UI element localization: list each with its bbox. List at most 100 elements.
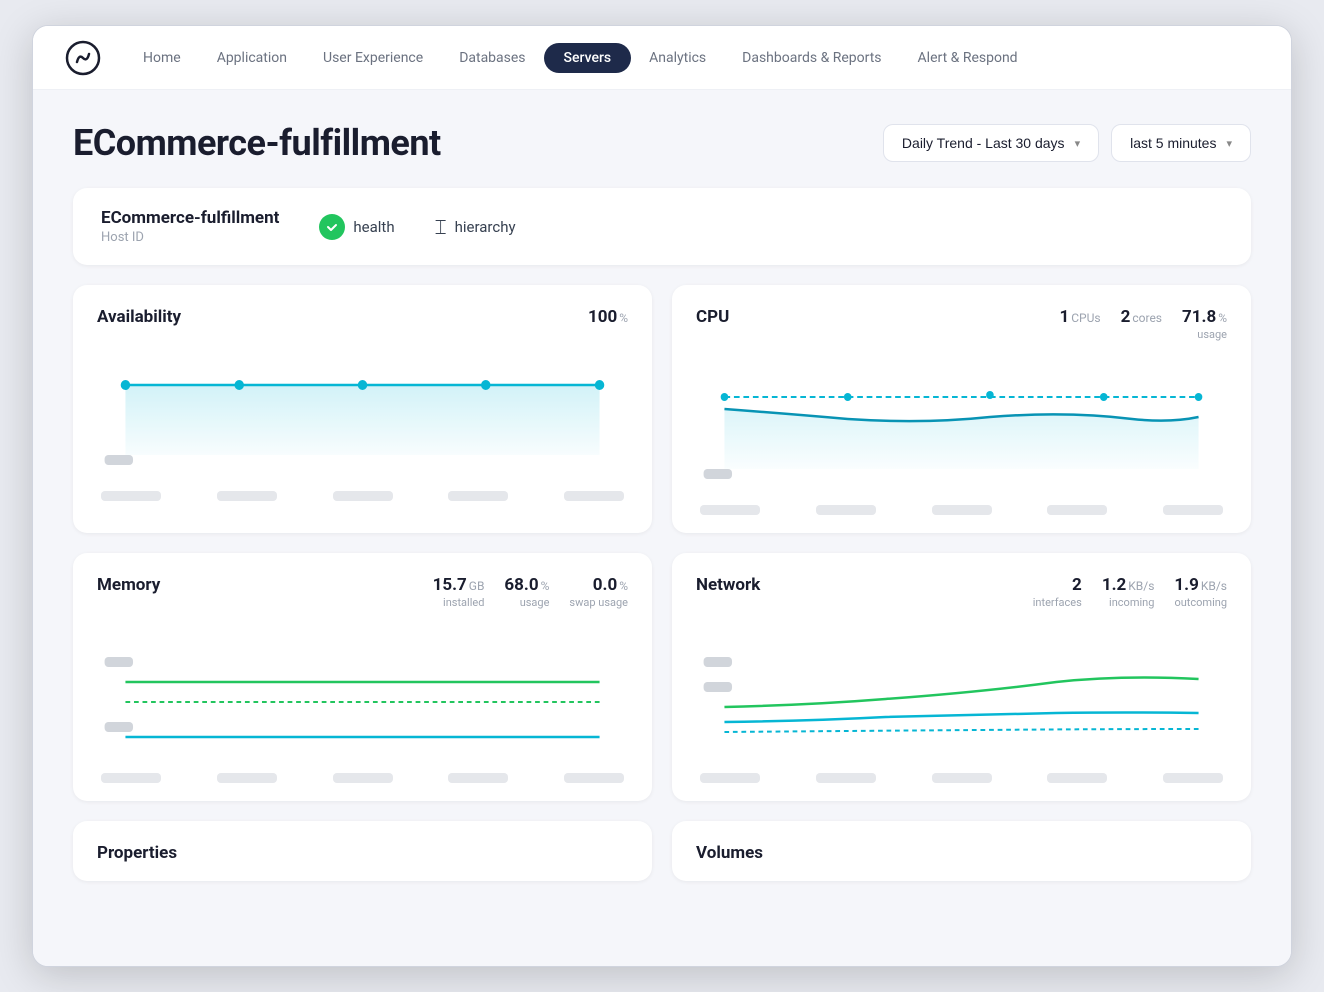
cpu-xlabel-4: [1047, 505, 1107, 515]
cpu-usage-value: 71.8%: [1182, 307, 1227, 327]
memory-swap-stat: 0.0% swap usage: [569, 575, 628, 609]
network-outgoing-value: 1.9KB/s: [1174, 575, 1227, 595]
network-chart: [696, 627, 1227, 767]
page-content: ECommerce-fulfillment Daily Trend - Last…: [33, 90, 1291, 966]
hierarchy-icon: ⌶: [435, 215, 447, 239]
availability-value-stat: 100%: [588, 307, 628, 327]
network-xlabels: [696, 767, 1227, 783]
health-label: health: [353, 218, 394, 236]
availability-header: Availability 100%: [97, 307, 628, 327]
cpu-xlabel-3: [932, 505, 992, 515]
trend-chevron-icon: ▾: [1075, 137, 1081, 150]
network-outgoing-label: outcoming: [1174, 596, 1227, 609]
nav-dashboards[interactable]: Dashboards & Reports: [724, 42, 899, 74]
xlabel-5: [564, 491, 624, 501]
memory-title: Memory: [97, 575, 160, 595]
network-incoming-stat: 1.2KB/s incoming: [1102, 575, 1155, 609]
cpu-title: CPU: [696, 307, 729, 327]
health-badge: health: [319, 214, 394, 240]
cpu-cpus-stat: 1CPUs: [1059, 307, 1100, 327]
time-chevron-icon: ▾: [1226, 137, 1232, 150]
page-title: ECommerce-fulfillment: [73, 122, 441, 164]
info-card: ECommerce-fulfillment Host ID health ⌶ h…: [73, 188, 1251, 265]
memory-installed-stat: 15.7GB installed: [433, 575, 485, 609]
cpu-cpus-value: 1CPUs: [1059, 307, 1100, 327]
xlabel-3: [333, 491, 393, 501]
nav-servers[interactable]: Servers: [544, 43, 632, 73]
time-dropdown[interactable]: last 5 minutes ▾: [1111, 124, 1251, 162]
network-card: Network 2 interfaces 1.2KB/s i: [672, 553, 1251, 801]
memory-installed-value: 15.7GB: [433, 575, 485, 595]
header-controls: Daily Trend - Last 30 days ▾ last 5 minu…: [883, 124, 1251, 162]
nav-application[interactable]: Application: [199, 42, 305, 74]
metrics-grid: Availability 100%: [73, 285, 1251, 801]
navigation: Home Application User Experience Databas…: [33, 26, 1291, 90]
volumes-card: Volumes: [672, 821, 1251, 881]
nav-user-experience[interactable]: User Experience: [305, 42, 441, 74]
cpu-usage-stat: 71.8% usage: [1182, 307, 1227, 341]
info-card-sub: Host ID: [101, 230, 279, 245]
network-stats: 2 interfaces 1.2KB/s incoming: [1033, 575, 1227, 609]
info-card-name: ECommerce-fulfillment: [101, 208, 279, 228]
cpu-card: CPU 1CPUs 2cores: [672, 285, 1251, 533]
mem-xlabel-4: [448, 773, 508, 783]
memory-usage-stat: 68.0% usage: [504, 575, 549, 609]
network-outgoing-stat: 1.9KB/s outcoming: [1174, 575, 1227, 609]
memory-header: Memory 15.7GB installed 68.0%: [97, 575, 628, 609]
memory-swap-value: 0.0%: [569, 575, 628, 595]
network-interfaces-label: interfaces: [1033, 596, 1082, 609]
net-xlabel-2: [816, 773, 876, 783]
cpu-xlabel-5: [1163, 505, 1223, 515]
cpu-xlabel-1: [700, 505, 760, 515]
bottom-grid: Properties Volumes: [73, 821, 1251, 881]
cpu-usage-label: usage: [1182, 328, 1227, 341]
trend-dropdown[interactable]: Daily Trend - Last 30 days ▾: [883, 124, 1099, 162]
cpu-xlabel-2: [816, 505, 876, 515]
availability-stats: 100%: [588, 307, 628, 327]
memory-chart: [97, 627, 628, 767]
memory-usage-value: 68.0%: [504, 575, 549, 595]
xlabel-4: [448, 491, 508, 501]
network-interfaces-value: 2: [1033, 575, 1082, 595]
network-interfaces-stat: 2 interfaces: [1033, 575, 1082, 609]
net-xlabel-3: [932, 773, 992, 783]
network-header: Network 2 interfaces 1.2KB/s i: [696, 575, 1227, 609]
memory-usage-label: usage: [504, 596, 549, 609]
properties-title: Properties: [97, 843, 177, 863]
page-header: ECommerce-fulfillment Daily Trend - Last…: [73, 122, 1251, 164]
availability-chart: [97, 345, 628, 485]
logo[interactable]: [65, 40, 101, 76]
availability-title: Availability: [97, 307, 181, 327]
availability-value: 100%: [588, 307, 628, 327]
memory-swap-label: swap usage: [569, 596, 628, 609]
cpu-header: CPU 1CPUs 2cores: [696, 307, 1227, 341]
memory-card: Memory 15.7GB installed 68.0%: [73, 553, 652, 801]
time-dropdown-label: last 5 minutes: [1130, 135, 1216, 151]
cpu-cores-value: 2cores: [1121, 307, 1162, 327]
nav-analytics[interactable]: Analytics: [631, 42, 724, 74]
nav-home[interactable]: Home: [125, 42, 199, 74]
mem-xlabel-1: [101, 773, 161, 783]
trend-dropdown-label: Daily Trend - Last 30 days: [902, 135, 1065, 151]
cpu-cores-stat: 2cores: [1121, 307, 1162, 327]
app-window: Home Application User Experience Databas…: [32, 25, 1292, 967]
availability-card: Availability 100%: [73, 285, 652, 533]
network-incoming-value: 1.2KB/s: [1102, 575, 1155, 595]
nav-items: Home Application User Experience Databas…: [125, 42, 1259, 74]
nav-alert[interactable]: Alert & Respond: [900, 42, 1036, 74]
xlabel-2: [217, 491, 277, 501]
info-card-identity: ECommerce-fulfillment Host ID: [101, 208, 279, 245]
mem-xlabel-2: [217, 773, 277, 783]
net-xlabel-1: [700, 773, 760, 783]
xlabel-1: [101, 491, 161, 501]
availability-xlabels: [97, 485, 628, 501]
nav-databases[interactable]: Databases: [441, 42, 543, 74]
mem-xlabel-5: [564, 773, 624, 783]
memory-installed-label: installed: [433, 596, 485, 609]
cpu-stats: 1CPUs 2cores 71.8% usage: [1059, 307, 1227, 341]
network-incoming-label: incoming: [1102, 596, 1155, 609]
hierarchy-badge: ⌶ hierarchy: [435, 215, 516, 239]
memory-xlabels: [97, 767, 628, 783]
cpu-chart: [696, 359, 1227, 499]
properties-card: Properties: [73, 821, 652, 881]
